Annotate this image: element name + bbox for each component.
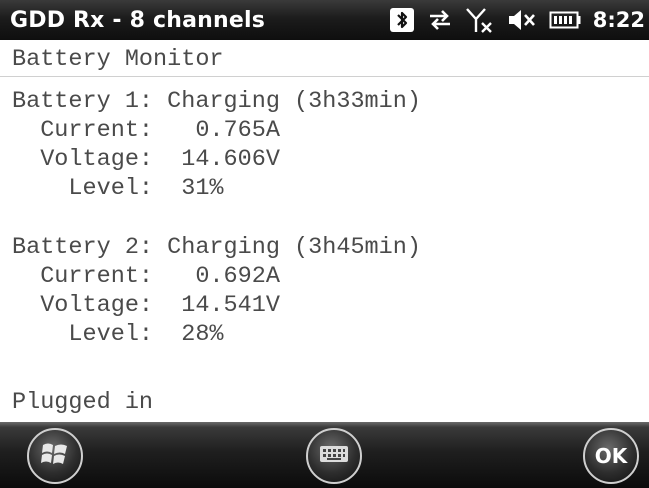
no-signal-icon[interactable] xyxy=(465,6,495,34)
battery-icon[interactable] xyxy=(549,10,581,30)
ok-button[interactable]: OK xyxy=(583,428,639,484)
status-icons: 8:22 xyxy=(389,4,649,36)
page-title: Battery Monitor xyxy=(12,46,224,73)
windows-start-icon xyxy=(40,440,70,473)
title-bar: GDD Rx - 8 channels 8:22 xyxy=(0,0,649,40)
battery1-level: Level: 31% xyxy=(12,175,224,202)
volume-muted-icon[interactable] xyxy=(507,8,537,32)
bluetooth-icon[interactable] xyxy=(389,7,415,33)
battery1-voltage: Voltage: 14.606V xyxy=(12,146,280,173)
battery-monitor-content: Battery Monitor Battery 1: Charging (3h3… xyxy=(0,40,649,422)
app-title: GDD Rx - 8 channels xyxy=(10,8,266,33)
battery2-level: Level: 28% xyxy=(12,321,224,348)
data-sync-icon[interactable] xyxy=(427,7,453,33)
battery1-status: Battery 1: Charging (3h33min) xyxy=(12,88,421,115)
battery2-status: Battery 2: Charging (3h45min) xyxy=(12,234,421,261)
start-button[interactable] xyxy=(27,428,83,484)
keyboard-icon xyxy=(319,444,349,469)
clock[interactable]: 8:22 xyxy=(593,8,645,32)
keyboard-button[interactable] xyxy=(306,428,362,484)
battery2-voltage: Voltage: 14.541V xyxy=(12,292,280,319)
softkey-bar: OK xyxy=(0,422,649,488)
battery1-current: Current: 0.765A xyxy=(12,117,280,144)
power-status: Plugged in xyxy=(12,389,154,416)
battery2-current: Current: 0.692A xyxy=(12,263,280,290)
header-divider xyxy=(0,76,649,77)
